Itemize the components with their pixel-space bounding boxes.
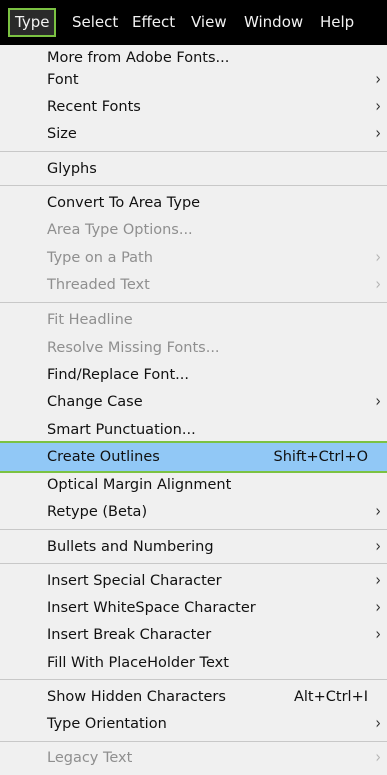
chevron-right-icon: › (375, 502, 381, 522)
menu-separator (0, 185, 387, 186)
menu-item-label: Recent Fonts (47, 99, 141, 115)
menu-item-recent-fonts[interactable]: Recent Fonts › (0, 94, 387, 121)
menu-item-label: Insert WhiteSpace Character (47, 600, 256, 616)
menu-item-label: Find/Replace Font... (47, 367, 189, 383)
menu-item-insert-special-character[interactable]: Insert Special Character › (0, 568, 387, 595)
menu-item-label: Type Orientation (47, 716, 167, 732)
menu-type[interactable]: Type (8, 8, 57, 37)
menu-separator (0, 563, 387, 564)
menu-item-label: Type on a Path (47, 250, 153, 266)
menu-separator (0, 151, 387, 152)
menu-item-type-on-a-path: Type on a Path › (0, 245, 387, 272)
menu-item-fit-headline: Fit Headline (0, 307, 387, 334)
menu-item-label: Show Hidden Characters (47, 689, 226, 705)
menu-item-retype-beta[interactable]: Retype (Beta) › (0, 499, 387, 526)
menu-item-label: Legacy Text (47, 750, 133, 766)
menu-item-find-replace-font[interactable]: Find/Replace Font... (0, 362, 387, 389)
menu-item-threaded-text: Threaded Text › (0, 272, 387, 299)
menu-item-glyphs[interactable]: Glyphs (0, 156, 387, 183)
menu-item-label: Insert Break Character (47, 627, 212, 643)
menu-item-label: Create Outlines (47, 449, 160, 465)
menu-item-legacy-text: Legacy Text › (0, 745, 387, 772)
menu-item-label: Font (47, 72, 79, 88)
menu-item-insert-whitespace-character[interactable]: Insert WhiteSpace Character › (0, 595, 387, 622)
menu-item-insert-break-character[interactable]: Insert Break Character › (0, 622, 387, 649)
menu-item-size[interactable]: Size › (0, 121, 387, 148)
menu-item-label: Threaded Text (47, 277, 150, 293)
chevron-right-icon: › (375, 625, 381, 645)
menu-separator (0, 302, 387, 303)
menu-item-fill-with-placeholder-text[interactable]: Fill With PlaceHolder Text (0, 650, 387, 677)
menu-item-resolve-missing-fonts: Resolve Missing Fonts... (0, 335, 387, 362)
menu-item-type-orientation[interactable]: Type Orientation › (0, 711, 387, 738)
chevron-right-icon: › (375, 392, 381, 412)
menu-item-bullets-and-numbering[interactable]: Bullets and Numbering › (0, 534, 387, 561)
menu-separator (0, 679, 387, 680)
chevron-right-icon: › (375, 714, 381, 734)
menu-item-label: Retype (Beta) (47, 504, 148, 520)
menu-item-label: Convert To Area Type (47, 195, 201, 211)
menu-item-smart-punctuation[interactable]: Smart Punctuation... (0, 417, 387, 444)
menu-item-label: Smart Punctuation... (47, 422, 196, 438)
menu-item-label: Resolve Missing Fonts... (47, 340, 220, 356)
menu-item-label: Insert Special Character (47, 573, 222, 589)
menu-effect[interactable]: Effect (128, 10, 179, 35)
menu-item-label: Size (47, 126, 77, 142)
menu-item-shortcut: Shift+Ctrl+O (273, 449, 368, 465)
menu-item-optical-margin-alignment[interactable]: Optical Margin Alignment (0, 472, 387, 499)
menu-view[interactable]: View (187, 10, 231, 35)
chevron-right-icon: › (375, 124, 381, 144)
menu-item-change-case[interactable]: Change Case › (0, 389, 387, 416)
menu-window[interactable]: Window (240, 10, 307, 35)
chevron-right-icon: › (375, 748, 381, 768)
menu-item-label: Bullets and Numbering (47, 539, 214, 555)
menu-item-show-hidden-characters[interactable]: Show Hidden Characters Alt+Ctrl+I (0, 684, 387, 711)
menu-item-convert-to-area-type[interactable]: Convert To Area Type (0, 190, 387, 217)
menu-item-shortcut: Alt+Ctrl+I (293, 689, 368, 705)
menu-item-label: Change Case (47, 394, 143, 410)
menu-item-area-type-options: Area Type Options... (0, 217, 387, 244)
menu-item-label: Optical Margin Alignment (47, 477, 232, 493)
menu-separator (0, 741, 387, 742)
menu-item-create-outlines[interactable]: Create Outlines Shift+Ctrl+O (0, 441, 387, 473)
menu-item-label: Fit Headline (47, 312, 133, 328)
menu-item-label: Glyphs (47, 161, 97, 177)
menu-help[interactable]: Help (316, 10, 358, 35)
type-dropdown-menu: More from Adobe Fonts... Font › Recent F… (0, 45, 387, 772)
chevron-right-icon: › (375, 275, 381, 295)
menu-separator (0, 529, 387, 530)
chevron-right-icon: › (375, 537, 381, 557)
menu-item-font[interactable]: Font › (0, 67, 387, 94)
menu-bar: Type Select Effect View Window Help (0, 0, 387, 45)
menu-select[interactable]: Select (68, 10, 122, 35)
menu-item-label: Fill With PlaceHolder Text (47, 655, 229, 671)
menu-item-label: Area Type Options... (47, 222, 193, 238)
